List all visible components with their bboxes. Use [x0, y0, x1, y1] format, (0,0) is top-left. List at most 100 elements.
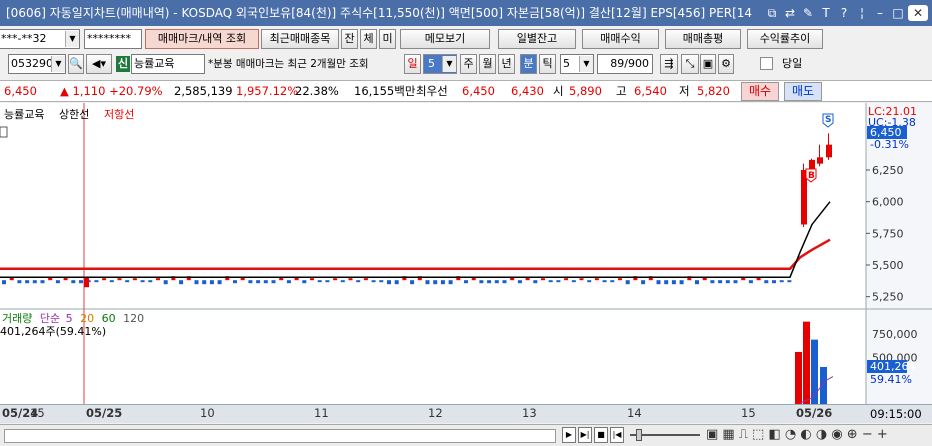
- new-listing-badge: 신: [116, 56, 130, 72]
- pin-icon[interactable]: ✎: [800, 5, 816, 21]
- password-field[interactable]: ********: [84, 29, 142, 49]
- ma-black-line: [0, 201, 831, 278]
- account-select[interactable]: ***-**32 ▼: [0, 29, 80, 49]
- sell-button[interactable]: 매도: [784, 82, 822, 101]
- flat-candle: [125, 280, 130, 283]
- flat-candle: [84, 277, 89, 288]
- flat-candle: [325, 280, 330, 283]
- play-icon[interactable]: ▶: [562, 427, 576, 443]
- link-icon[interactable]: ⇄: [782, 5, 798, 21]
- buy-marker[interactable]: B: [805, 168, 817, 183]
- chevron-down-icon[interactable]: ▼: [65, 31, 79, 47]
- unexecuted-button[interactable]: 미: [379, 29, 396, 49]
- flat-candle: [371, 280, 376, 283]
- flat-candle: [610, 280, 615, 283]
- trade-mark-query-button[interactable]: 매매마크/내역 조회: [145, 29, 259, 49]
- profit-trend-button[interactable]: 수익률추이: [747, 29, 823, 49]
- step-forward-icon[interactable]: ▶|: [578, 427, 592, 443]
- zoom-slider-handle[interactable]: [636, 429, 642, 441]
- volume-legend-ma5: 5: [66, 312, 73, 325]
- recent-candles: [801, 133, 832, 227]
- flat-candle: [502, 280, 507, 284]
- price-tick-label: 5,500: [872, 259, 904, 272]
- period-tick-button[interactable]: 틱: [539, 54, 556, 74]
- candle-body: [826, 144, 832, 158]
- minimize-icon[interactable]: –: [872, 5, 888, 21]
- text-icon[interactable]: T: [818, 5, 834, 21]
- separator-icon: ¦: [859, 6, 865, 20]
- current-pct-axis: -0.31%: [870, 138, 909, 151]
- period-minute-button[interactable]: 분: [520, 54, 537, 74]
- bottom-tool-icons[interactable]: ▣ ▦ ⎍ ⬚ ◧ ◔ ◐ ◑ ◉ ⊕ − +: [706, 427, 888, 442]
- flat-candle: [664, 280, 669, 285]
- flat-candle: [233, 280, 237, 284]
- flat-candle: [148, 280, 153, 283]
- maximize-icon[interactable]: □: [890, 5, 906, 21]
- daily-balance-button[interactable]: 일별잔고: [498, 29, 576, 49]
- search-icon[interactable]: 🔍: [68, 54, 84, 74]
- flat-candle: [363, 278, 368, 281]
- flat-candle: [625, 280, 630, 285]
- period-week-button[interactable]: 주: [460, 54, 477, 74]
- period-day-button[interactable]: 일: [404, 54, 421, 74]
- x-label: 13: [522, 406, 537, 420]
- open-label: 시: [553, 84, 564, 98]
- balance-button[interactable]: 잔: [341, 29, 358, 49]
- sell-marker-label: S: [825, 115, 831, 125]
- flat-candle: [641, 280, 646, 285]
- recent-trades-button[interactable]: 최근매매종목: [261, 29, 339, 49]
- period-count-value: 5: [428, 57, 435, 70]
- turnover-rate: 22.38%: [295, 84, 339, 98]
- x-label: 15: [741, 406, 756, 420]
- flat-candle: [779, 280, 784, 283]
- trend-tool-icon[interactable]: ⤡: [681, 54, 699, 74]
- interval-select[interactable]: 5 ▼: [560, 54, 594, 74]
- flat-candle: [209, 280, 214, 285]
- x-label: 14: [627, 406, 642, 420]
- period-month-button[interactable]: 월: [479, 54, 496, 74]
- horizontal-scrollbar[interactable]: [4, 429, 556, 443]
- flat-candle: [695, 280, 699, 285]
- buy-button[interactable]: 매수: [741, 82, 779, 101]
- stop-icon[interactable]: ■: [594, 427, 608, 443]
- low-price: 5,820: [697, 84, 730, 98]
- chevron-down-icon[interactable]: ▼: [442, 56, 456, 72]
- save-icon[interactable]: ▣: [700, 54, 716, 74]
- speaker-icon[interactable]: ◀▾: [86, 54, 112, 74]
- x-label: 05/26: [796, 406, 833, 420]
- help-icon[interactable]: ?: [836, 5, 852, 21]
- restore-icon[interactable]: ⧉: [764, 5, 780, 21]
- trade-profit-button[interactable]: 매매수익: [582, 29, 659, 49]
- chevron-down-icon[interactable]: ▼: [51, 56, 65, 72]
- toolbar-row-2: 053290 ▼ 🔍 ◀▾ 신 능률교육 *분봉 매매마크는 최근 2개월만 조…: [0, 52, 932, 76]
- flat-candle: [564, 278, 569, 281]
- gear-icon[interactable]: ⚙: [718, 54, 734, 74]
- x-label: 10: [200, 406, 215, 420]
- chart-tool-icon[interactable]: ⇶: [660, 54, 678, 74]
- flat-candle: [17, 280, 22, 284]
- flat-candle: [541, 278, 545, 281]
- bottom-toolbar: ▶ ▶| ■ |◀ ▣ ▦ ⎍ ⬚ ◧ ◔ ◐ ◑ ◉ ⊕ − +: [0, 424, 932, 446]
- chevron-down-icon[interactable]: ▼: [579, 56, 593, 72]
- executed-button[interactable]: 체: [360, 29, 377, 49]
- flat-candle: [594, 278, 599, 281]
- volume-legend-ma60: 60: [102, 312, 116, 325]
- same-day-checkbox[interactable]: [760, 57, 773, 70]
- memo-view-button[interactable]: 메모보기: [400, 29, 490, 49]
- skip-start-icon[interactable]: |◀: [610, 427, 624, 443]
- chart-area[interactable]: 능률교육 상한선 저항선 LC:21.01 UC:-1.38 6,450 -0.…: [0, 103, 932, 423]
- stock-code-input[interactable]: 053290 ▼: [8, 54, 66, 74]
- trade-review-button[interactable]: 매매총평: [665, 29, 741, 49]
- data-count-field[interactable]: 89/900: [597, 54, 653, 74]
- flat-candle: [32, 280, 37, 284]
- flat-candle: [733, 280, 738, 284]
- x-label: 11: [314, 406, 329, 420]
- flat-candle: [764, 280, 769, 284]
- period-year-button[interactable]: 년: [498, 54, 515, 74]
- volume-current-axis: 401,264: [870, 360, 916, 373]
- period-count-select[interactable]: 5 ▼: [423, 54, 457, 74]
- close-icon[interactable]: ✕: [908, 5, 928, 21]
- sell-marker[interactable]: S: [822, 113, 834, 128]
- flat-candle: [433, 280, 438, 285]
- flat-candle: [55, 280, 60, 284]
